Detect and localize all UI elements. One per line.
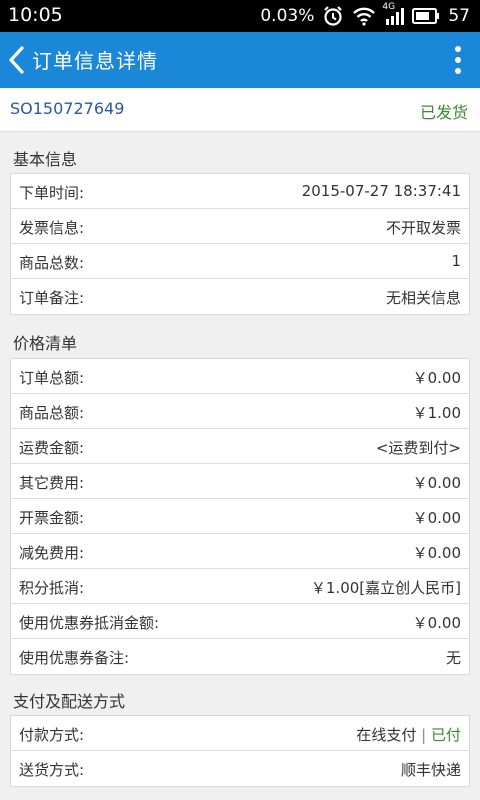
price-row-goods-total: 商品总额: ￥1.00 <box>11 394 469 429</box>
price-row-other-fees: 其它费用: ￥0.00 <box>11 464 469 499</box>
row-value: <运费到付> <box>375 439 461 457</box>
row-value: 顺丰快递 <box>400 761 461 779</box>
network-label: 4G <box>382 2 396 12</box>
app-bar: 订单信息详情 <box>0 32 480 88</box>
signal-icon: 4G <box>382 2 405 26</box>
alarm-icon <box>322 5 344 27</box>
row-value: 不开取发票 <box>385 219 461 237</box>
row-label: 商品总额: <box>19 404 85 422</box>
price-row-coupon-amount: 使用优惠券抵消金额: ￥0.00 <box>11 604 469 639</box>
row-value: 1 <box>451 252 461 270</box>
row-label: 下单时间: <box>19 184 85 202</box>
chevron-left-icon[interactable] <box>4 42 30 78</box>
row-label: 订单总额: <box>19 369 85 387</box>
row-label: 商品总数: <box>19 254 85 272</box>
wifi-icon <box>352 6 376 26</box>
row-label: 发票信息: <box>19 219 85 237</box>
row-label: 减免费用: <box>19 544 85 562</box>
payment-separator: | <box>421 726 427 744</box>
row-label: 其它费用: <box>19 474 85 492</box>
row-value: ￥0.00 <box>412 544 461 562</box>
status-time: 10:05 <box>8 4 63 26</box>
price-row-discount: 减免费用: ￥0.00 <box>11 534 469 569</box>
price-row-invoice-amount: 开票金额: ￥0.00 <box>11 499 469 534</box>
row-label: 送货方式: <box>19 761 85 779</box>
row-value: ￥0.00 <box>412 614 461 632</box>
row-label: 运费金额: <box>19 439 85 457</box>
price-row-coupon-remark: 使用优惠券备注: 无 <box>11 639 469 674</box>
payment-delivery-card: 付款方式: 在线支付 | 已付 送货方式: 顺丰快递 <box>10 715 470 787</box>
row-value: ￥1.00[嘉立创人民币] <box>310 579 461 597</box>
battery-level: 57 <box>448 6 470 26</box>
info-row-order-time: 下单时间: 2015-07-27 18:37:41 <box>11 174 469 209</box>
status-bar: 10:05 0.03% 4G 57 <box>0 0 480 32</box>
row-value: ￥1.00 <box>412 404 461 422</box>
order-number: SO150727649 <box>10 99 125 118</box>
row-value: 无 <box>445 649 461 667</box>
row-value: 无相关信息 <box>385 289 461 307</box>
price-row-order-total: 订单总额: ￥0.00 <box>11 359 469 394</box>
payment-method: 在线支付 <box>356 726 417 744</box>
order-status: 已发货 <box>419 103 468 122</box>
price-row-shipping: 运费金额: <运费到付> <box>11 429 469 464</box>
row-value: 在线支付 | 已付 <box>356 724 461 745</box>
data-rate: 0.03% <box>260 6 315 26</box>
battery-icon <box>412 8 440 24</box>
info-row-item-count: 商品总数: 1 <box>11 244 469 279</box>
row-value: ￥0.00 <box>412 509 461 527</box>
row-label: 订单备注: <box>19 289 85 307</box>
row-label: 积分抵消: <box>19 579 85 597</box>
payment-row: 付款方式: 在线支付 | 已付 <box>11 716 469 751</box>
info-row-invoice: 发票信息: 不开取发票 <box>11 209 469 244</box>
row-value: 2015-07-27 18:37:41 <box>301 182 461 200</box>
row-label: 使用优惠券备注: <box>19 649 130 667</box>
page-title: 订单信息详情 <box>32 49 158 73</box>
row-label: 使用优惠券抵消金额: <box>19 614 160 632</box>
row-label: 开票金额: <box>19 509 85 527</box>
more-vertical-icon[interactable] <box>448 42 468 78</box>
row-label: 付款方式: <box>19 726 85 744</box>
basic-info-card: 下单时间: 2015-07-27 18:37:41 发票信息: 不开取发票 商品… <box>10 173 470 315</box>
row-value: ￥0.00 <box>412 369 461 387</box>
section-title-basic-info: 基本信息 <box>13 150 78 169</box>
price-row-points-offset: 积分抵消: ￥1.00[嘉立创人民币] <box>11 569 469 604</box>
order-header: SO150727649 已发货 <box>0 88 480 132</box>
section-title-price-list: 价格清单 <box>13 334 78 353</box>
info-row-remark: 订单备注: 无相关信息 <box>11 279 469 314</box>
payment-status: 已付 <box>430 726 461 744</box>
price-list-card: 订单总额: ￥0.00 商品总额: ￥1.00 运费金额: <运费到付> 其它费… <box>10 358 470 675</box>
status-right-group: 0.03% 4G 57 <box>260 2 470 28</box>
delivery-row: 送货方式: 顺丰快递 <box>11 751 469 786</box>
section-title-payment-delivery: 支付及配送方式 <box>13 692 126 711</box>
row-value: ￥0.00 <box>412 474 461 492</box>
